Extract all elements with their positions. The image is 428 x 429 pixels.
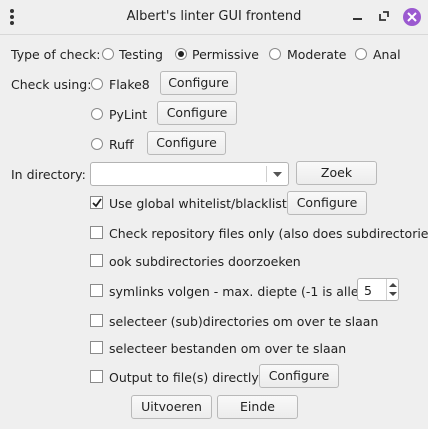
radio-anal[interactable] <box>355 48 367 60</box>
configure-flake8-button[interactable]: Configure <box>160 71 237 95</box>
close-icon[interactable] <box>403 8 421 26</box>
search-directory-button[interactable]: Zoek <box>296 161 377 185</box>
output-to-file-label[interactable]: Output to file(s) directly <box>109 370 259 385</box>
radio-pylint-label[interactable]: PyLint <box>109 107 147 122</box>
stepper-down-icon[interactable] <box>389 292 397 296</box>
radio-moderate[interactable] <box>269 48 281 60</box>
restore-icon[interactable] <box>376 8 392 24</box>
check-using-label: Check using: <box>11 77 92 92</box>
follow-symlinks-checkbox[interactable] <box>90 284 103 297</box>
output-to-file-checkbox[interactable] <box>90 370 103 383</box>
radio-moderate-label[interactable]: Moderate <box>287 47 346 62</box>
radio-testing-label[interactable]: Testing <box>119 47 163 62</box>
global-whitelist-label[interactable]: Use global whitelist/blacklist <box>109 196 287 211</box>
subdirectories-checkbox[interactable] <box>90 254 103 267</box>
max-depth-value[interactable]: 5 <box>364 283 372 298</box>
radio-ruff[interactable] <box>91 138 103 150</box>
chevron-down-icon[interactable] <box>273 172 282 177</box>
skip-directories-checkbox[interactable] <box>90 314 103 327</box>
repository-only-label[interactable]: Check repository files only (also does s… <box>109 226 428 241</box>
radio-pylint[interactable] <box>91 108 103 120</box>
radio-testing[interactable] <box>102 48 114 60</box>
skip-files-label[interactable]: selecteer bestanden om over te slaan <box>109 341 346 356</box>
max-depth-stepper[interactable]: 5 <box>357 278 399 301</box>
radio-permissive-label[interactable]: Permissive <box>192 47 259 62</box>
skip-files-checkbox[interactable] <box>90 341 103 354</box>
radio-permissive[interactable] <box>175 48 187 60</box>
configure-pylint-button[interactable]: Configure <box>157 101 237 125</box>
repository-only-checkbox[interactable] <box>90 226 103 239</box>
title-bar: Albert's linter GUI frontend <box>0 0 428 35</box>
type-of-check-label: Type of check: <box>11 47 101 62</box>
minimize-icon[interactable] <box>350 8 366 24</box>
global-whitelist-checkbox[interactable] <box>90 196 103 209</box>
radio-flake8-label[interactable]: Flake8 <box>109 77 150 92</box>
directory-label: In directory: <box>11 167 86 182</box>
quit-button[interactable]: Einde <box>217 395 298 419</box>
configure-ruff-button[interactable]: Configure <box>147 131 226 155</box>
radio-anal-label[interactable]: Anal <box>373 47 401 62</box>
run-button[interactable]: Uitvoeren <box>131 395 212 419</box>
configure-output-button[interactable]: Configure <box>259 364 339 388</box>
subdirectories-label[interactable]: ook subdirectories doorzoeken <box>109 254 301 269</box>
checkmark-icon <box>92 198 102 208</box>
directory-combobox[interactable] <box>90 162 289 186</box>
stepper-up-icon[interactable] <box>389 283 397 287</box>
radio-ruff-label[interactable]: Ruff <box>109 137 134 152</box>
radio-flake8[interactable] <box>91 78 103 90</box>
skip-directories-label[interactable]: selecteer (sub)directories om over te sl… <box>109 314 378 329</box>
follow-symlinks-label[interactable]: symlinks volgen - max. diepte (-1 is all… <box>109 284 374 299</box>
configure-whitelist-button[interactable]: Configure <box>287 191 367 215</box>
